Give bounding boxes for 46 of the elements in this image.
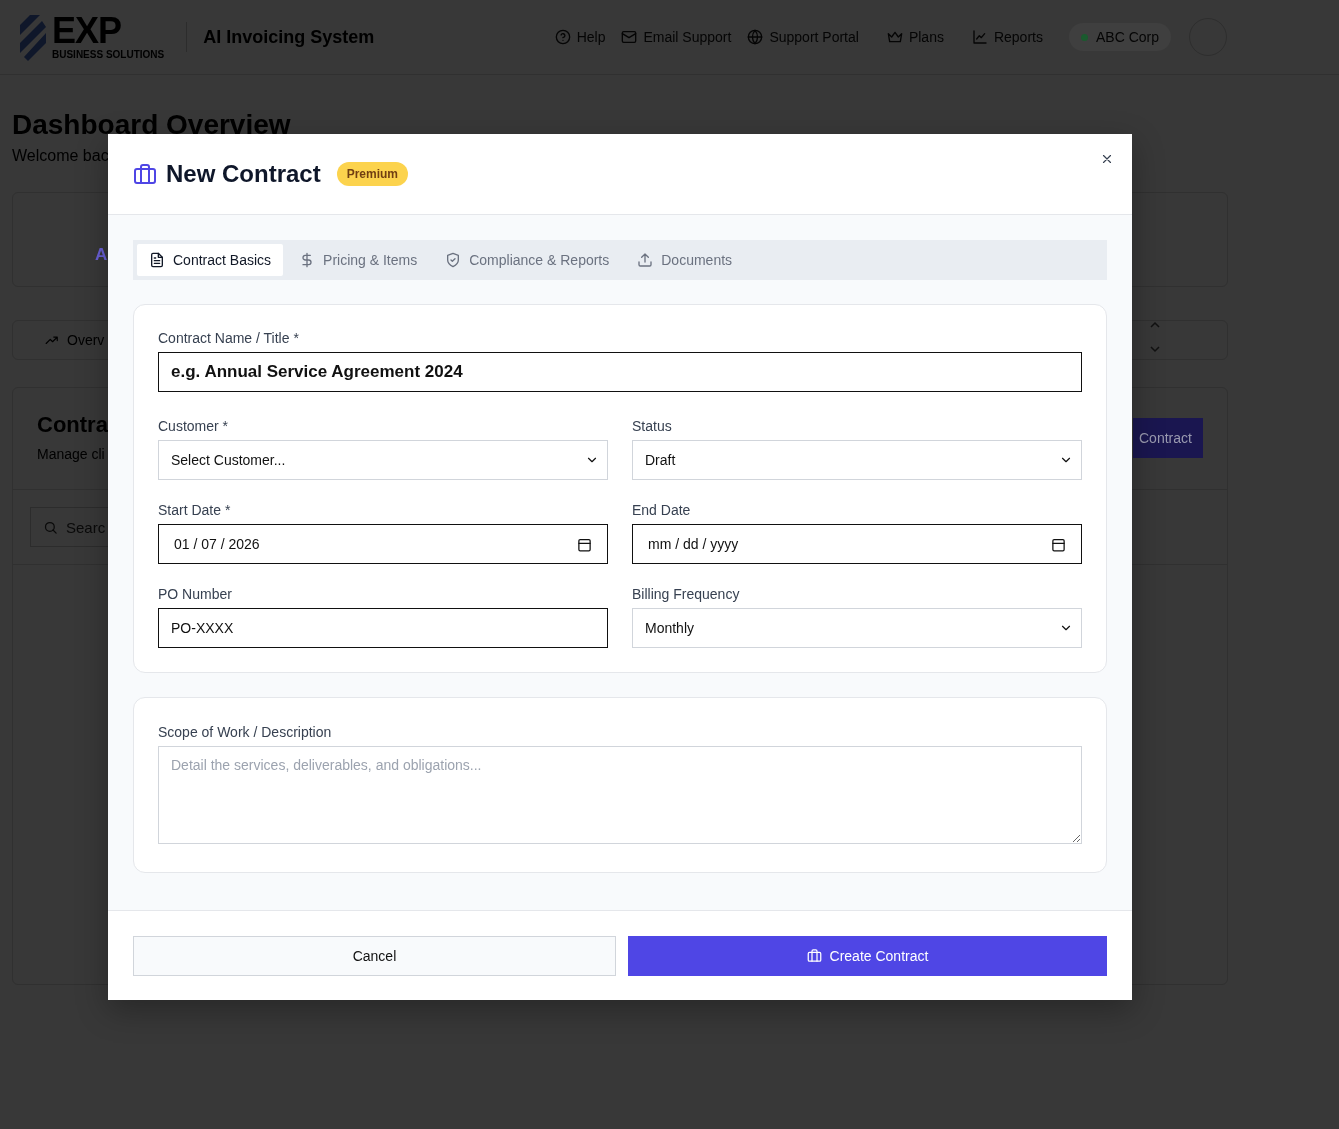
section-title: Contra	[37, 412, 108, 438]
date-field[interactable]: mm / dd / yyyy	[632, 524, 1082, 564]
app-title: AI Invoicing System	[203, 26, 375, 48]
create-button[interactable]: Create Contract	[627, 935, 1107, 976]
field-label: Start Date *	[158, 502, 232, 518]
cancel-button[interactable]: Cancel	[133, 935, 616, 976]
tab[interactable]: Documents	[625, 244, 745, 276]
calendar-icon	[577, 536, 592, 552]
line-chart-icon	[971, 29, 988, 45]
document-icon	[149, 252, 165, 268]
field-label: Contract Name / Title *	[158, 330, 300, 346]
crown-icon	[886, 29, 903, 45]
premium-badge: Premium	[336, 162, 409, 186]
date-field[interactable]: 01 / 07 / 2026	[158, 524, 608, 564]
trend-icon	[45, 333, 59, 347]
field-label: Billing Frequency	[632, 586, 741, 602]
input-field[interactable]: e.g. Annual Service Agreement 2024	[158, 352, 1082, 392]
new-contract-button[interactable]: Contract	[1133, 418, 1203, 458]
help-icon	[554, 29, 571, 45]
logo-tagline: BUSINESS SOLUTIONS	[52, 49, 165, 61]
tab[interactable]: Pricing & Items	[287, 244, 430, 276]
close-icon	[1100, 152, 1114, 166]
briefcase-icon	[806, 948, 822, 963]
field-label: Scope of Work / Description	[158, 724, 333, 740]
field-label: End Date	[632, 502, 692, 518]
modal-title: New Contract	[166, 160, 321, 188]
field-label: Status	[632, 418, 673, 434]
briefcase-icon	[133, 162, 157, 186]
tab[interactable]: Compliance & Reports	[433, 244, 622, 276]
select-field[interactable]: Select Customer...	[158, 440, 608, 480]
logo-wordmark: EXP	[52, 13, 122, 49]
shield-icon	[445, 252, 462, 268]
select-field[interactable]: Draft	[632, 440, 1082, 480]
text-area[interactable]: Detail the services, deliverables, and obligations...	[158, 746, 1082, 844]
mail-icon	[621, 29, 638, 45]
search-icon	[43, 519, 58, 535]
stat-text: A	[95, 245, 108, 264]
select-field[interactable]: Monthly	[632, 608, 1082, 648]
calendar-icon	[1051, 536, 1066, 552]
upload-icon	[637, 252, 654, 268]
field-label: PO Number	[158, 586, 233, 602]
field-label: Customer *	[158, 418, 230, 434]
globe-icon	[747, 29, 764, 45]
tab[interactable]: Contract Basics	[137, 244, 284, 276]
logo-icon	[18, 13, 48, 61]
input-field[interactable]: PO-XXXX	[158, 608, 608, 648]
